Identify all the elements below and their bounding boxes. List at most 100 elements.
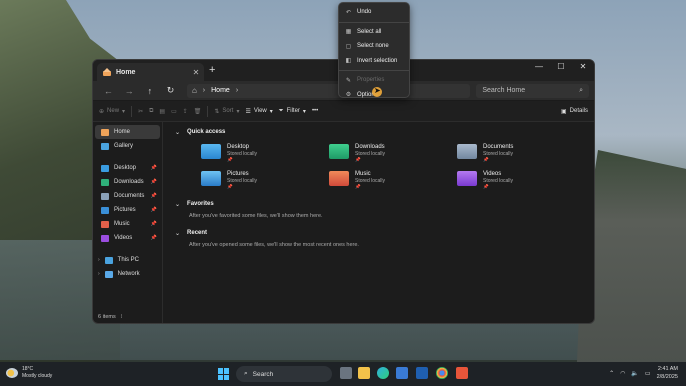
quick-access-videos[interactable]: Videos Stored locally 📌 [457,171,513,190]
invert-selection-icon: ◧ [345,58,352,65]
pin-icon: 📌 [150,165,157,171]
see-more-button[interactable]: ••• [312,108,318,114]
up-button[interactable]: ↑ [139,86,160,96]
pin-icon: 📌 [150,179,157,185]
pin-icon: 📌 [227,157,233,162]
menu-item-select-all[interactable]: ▦ Select all [339,25,409,40]
chevron-right-icon[interactable]: › [98,271,100,277]
pin-icon: 📌 [150,235,157,241]
close-button[interactable]: ✕ [572,60,594,74]
chevron-right-icon: › [235,87,239,94]
chevron-up-icon[interactable]: ⌃ [609,370,614,377]
folder-desktop-icon [201,144,221,159]
tab-home[interactable]: Home ✕ [97,63,204,81]
sidebar-item-desktop[interactable]: Desktop 📌 [95,161,160,175]
folder-videos-icon [457,171,477,186]
mail-icon[interactable] [416,367,428,379]
status-bar: 6 items ⁞ [93,311,594,323]
cut-icon[interactable]: ✂ [138,108,143,115]
sidebar-item-downloads[interactable]: Downloads 📌 [95,175,160,189]
file-explorer-taskbar-icon[interactable] [358,367,370,379]
tab-close-icon[interactable]: ✕ [190,68,202,77]
share-icon[interactable]: ⇪ [183,108,188,115]
downloads-icon [101,178,109,186]
quick-access-documents[interactable]: Documents Stored locally 📌 [457,144,513,163]
see-more-menu: ↶ Undo ▦ Select all ▢ Select none ◧ Inve… [338,2,410,98]
sidebar-item-music[interactable]: Music 📌 [95,217,160,231]
chevron-right-icon[interactable]: › [98,257,100,263]
filter-button[interactable]: ⏷ Filter ▾ [279,108,306,115]
minimize-button[interactable]: — [528,60,550,74]
recent-header[interactable]: ⌄ Recent [175,227,586,239]
sidebar-item-documents[interactable]: Documents 📌 [95,189,160,203]
volume-icon[interactable]: 🔈 [631,370,638,377]
copy-icon[interactable]: ⧉ [149,108,153,115]
brave-icon[interactable] [456,367,468,379]
store-icon[interactable] [396,367,408,379]
weather-temp: 18°C [22,366,34,372]
view-button[interactable]: ☰ View ▾ [245,108,272,115]
battery-icon[interactable]: ▭ [645,370,651,377]
chrome-icon[interactable] [436,367,448,379]
sidebar-item-this-pc[interactable]: › This PC [95,253,160,267]
item-count: 6 items [98,314,116,320]
search-icon: ⌕ [244,370,248,377]
weather-widget[interactable]: 18°C Mostly cloudy [6,366,52,380]
folder-documents-icon [457,144,477,159]
search-input[interactable]: Search Home ⌕ [476,83,590,98]
command-bar: ⊕ New ▾ ✂ ⧉ ▤ ▭ ⇪ 🗑 ⇅ Sort ▾ ☰ View ▾ ⏷ … [93,101,594,122]
start-button[interactable] [218,368,230,380]
chevron-down-icon: ⌄ [175,129,181,136]
back-button[interactable]: ← [98,86,119,96]
breadcrumb-location[interactable]: Home [211,87,230,94]
rename-icon[interactable]: ▭ [171,108,177,115]
taskbar: 18°C Mostly cloudy ⌕ Search ⌃ ◠ 🔈 ▭ 2:41… [0,362,686,386]
desktop-icon [101,164,109,172]
mouse-cursor-icon: ➤ [374,86,381,95]
maximize-button[interactable]: ☐ [550,60,572,74]
pin-icon: 📌 [150,221,157,227]
quick-access-downloads[interactable]: Downloads Stored locally 📌 [329,144,385,163]
sidebar-item-pictures[interactable]: Pictures 📌 [95,203,160,217]
refresh-button[interactable]: ↻ [160,85,181,96]
menu-item-undo[interactable]: ↶ Undo [339,5,409,20]
sidebar-item-videos[interactable]: Videos 📌 [95,231,160,245]
new-tab-button[interactable]: + [209,64,215,76]
folder-downloads-icon [329,144,349,159]
favorites-header[interactable]: ⌄ Favorites [175,198,586,210]
pin-icon: 📌 [355,157,361,162]
sidebar-item-gallery[interactable]: Gallery [95,139,160,153]
sidebar-item-network[interactable]: › Network [95,267,160,281]
search-placeholder: Search Home [482,87,526,94]
quick-access-header[interactable]: ⌄ Quick access [175,126,586,138]
edge-icon[interactable] [377,367,389,379]
sidebar-item-home[interactable]: Home [95,125,160,139]
tab-label: Home [116,68,136,76]
task-view-icon[interactable] [340,367,352,379]
forward-button[interactable]: → [119,86,140,96]
quick-access-music[interactable]: Music Stored locally 📌 [329,171,385,190]
folder-music-icon [329,171,349,186]
chevron-down-icon: ⌄ [175,230,181,237]
delete-icon[interactable]: 🗑 [194,108,202,115]
quick-access-pictures[interactable]: Pictures Stored locally 📌 [201,171,257,190]
videos-icon [101,234,109,242]
menu-item-invert-selection[interactable]: ◧ Invert selection [339,54,409,69]
pin-icon: 📌 [355,184,361,189]
home-icon: ⌂ [191,86,197,95]
system-tray: ⌃ ◠ 🔈 ▭ 2:41 AM 2/8/2025 [609,365,678,381]
quick-access-desktop[interactable]: Desktop Stored locally 📌 [201,144,257,163]
paste-icon[interactable]: ▤ [159,108,165,115]
menu-item-select-none[interactable]: ▢ Select none [339,39,409,54]
breadcrumb[interactable]: ⌂ › Home › [186,83,471,98]
sort-button[interactable]: ⇅ Sort ▾ [214,108,239,115]
weather-icon [6,368,18,378]
taskbar-search[interactable]: ⌕ Search [236,366,332,382]
gear-icon: ⚙ [345,92,352,99]
new-button[interactable]: ⊕ New ▾ [99,108,125,115]
computer-icon [104,256,113,264]
wifi-icon[interactable]: ◠ [620,370,625,377]
clock[interactable]: 2:41 AM 2/8/2025 [657,365,678,381]
details-button[interactable]: ▣ Details [561,108,588,115]
content-pane: ⌄ Quick access Desktop Stored locally 📌 Do… [163,122,594,323]
